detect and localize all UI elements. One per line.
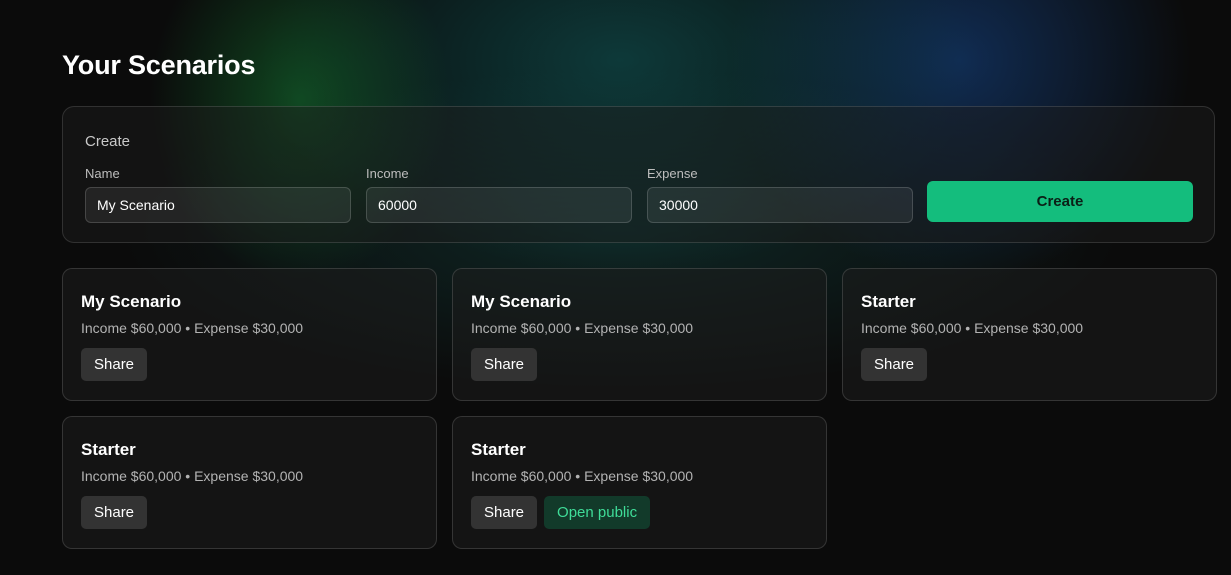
scenario-card: Starter Income $60,000 • Expense $30,000… <box>62 416 437 549</box>
open-public-button[interactable]: Open public <box>544 496 651 529</box>
scenario-actions: Share <box>861 348 928 381</box>
scenario-title: Starter <box>81 440 136 459</box>
expense-field-group: Expense <box>647 166 913 223</box>
scenario-actions: Share <box>81 348 148 381</box>
name-input[interactable] <box>85 187 351 223</box>
share-button[interactable]: Share <box>471 348 538 381</box>
scenario-actions: Share Open public <box>471 496 651 529</box>
scenario-title: Starter <box>471 440 526 459</box>
share-button[interactable]: Share <box>471 496 538 529</box>
name-label: Name <box>85 166 120 181</box>
scenario-summary: Income $60,000 • Expense $30,000 <box>81 320 304 336</box>
scenario-card-grid: My Scenario Income $60,000 • Expense $30… <box>62 268 1218 549</box>
scenario-summary: Income $60,000 • Expense $30,000 <box>81 468 304 484</box>
create-button[interactable]: Create <box>927 181 1193 222</box>
scenario-actions: Share <box>471 348 538 381</box>
scenario-actions: Share <box>81 496 148 529</box>
create-scenario-panel: Create Name Income Expense Create <box>62 106 1215 243</box>
scenario-title: My Scenario <box>471 292 572 311</box>
name-field-group: Name <box>85 166 351 223</box>
scenario-card: My Scenario Income $60,000 • Expense $30… <box>452 268 827 401</box>
scenario-summary: Income $60,000 • Expense $30,000 <box>471 320 694 336</box>
scenario-card: Starter Income $60,000 • Expense $30,000… <box>452 416 827 549</box>
share-button[interactable]: Share <box>861 348 928 381</box>
scenario-summary: Income $60,000 • Expense $30,000 <box>861 320 1084 336</box>
scenario-title: My Scenario <box>81 292 182 311</box>
expense-label: Expense <box>647 166 698 181</box>
expense-input[interactable] <box>647 187 913 223</box>
income-label: Income <box>366 166 409 181</box>
scenario-title: Starter <box>861 292 916 311</box>
share-button[interactable]: Share <box>81 348 148 381</box>
scenario-card: My Scenario Income $60,000 • Expense $30… <box>62 268 437 401</box>
page: Your Scenarios Create Name Income Expens… <box>0 0 1231 575</box>
income-field-group: Income <box>366 166 632 223</box>
scenario-card: Starter Income $60,000 • Expense $30,000… <box>842 268 1217 401</box>
create-heading: Create <box>85 133 131 150</box>
share-button[interactable]: Share <box>81 496 148 529</box>
income-input[interactable] <box>366 187 632 223</box>
scenario-summary: Income $60,000 • Expense $30,000 <box>471 468 694 484</box>
page-title: Your Scenarios <box>62 50 256 80</box>
